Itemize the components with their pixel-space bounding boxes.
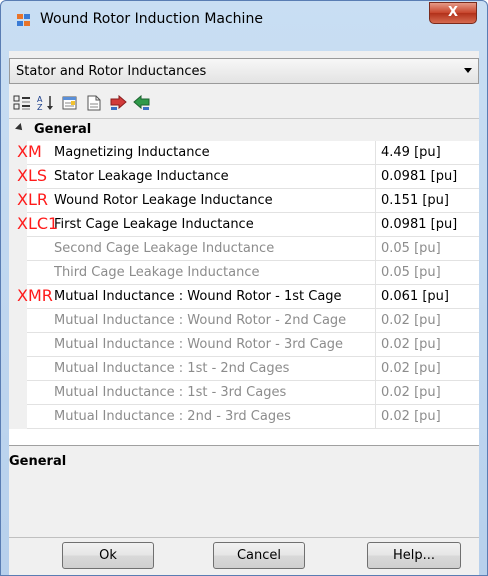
row-margin [9, 333, 27, 357]
close-button[interactable]: X [429, 2, 477, 24]
annotation-label: XLC1 [17, 214, 59, 233]
annotation-label: XMR [17, 286, 53, 305]
property-grid: General Magnetizing Inductance 4.49 [pu] X… [9, 118, 479, 446]
category-label: General [34, 122, 92, 137]
property-value[interactable]: 0.0981 [pu] [381, 169, 457, 184]
column-separator [375, 237, 376, 261]
property-value[interactable]: 0.05 [pu] [381, 241, 441, 256]
row-margin [9, 357, 27, 381]
ok-button[interactable]: Ok [62, 542, 154, 569]
row-margin [9, 309, 27, 333]
property-value[interactable]: 0.061 [pu] [381, 289, 449, 304]
property-name: Mutual Inductance : 1st - 2nd Cages [54, 361, 290, 376]
description-title: General [9, 454, 67, 469]
property-row[interactable]: Mutual Inductance : 2nd - 3rd Cages 0.02 … [9, 405, 479, 429]
column-separator [375, 189, 376, 213]
property-name: Mutual Inductance : Wound Rotor - 3rd Ca… [54, 337, 344, 352]
property-row[interactable]: Mutual Inductance : Wound Rotor - 1st Ca… [9, 285, 479, 309]
page-selector-dropdown[interactable]: Stator and Rotor Inductances [9, 58, 479, 84]
annotation-label: XM [17, 142, 42, 161]
property-value[interactable]: 0.151 [pu] [381, 193, 449, 208]
property-row[interactable]: Mutual Inductance : 1st - 3rd Cages 0.02 … [9, 381, 479, 405]
column-separator [375, 285, 376, 309]
property-name: Mutual Inductance : Wound Rotor - 2nd Ca… [54, 313, 347, 328]
property-row[interactable]: Mutual Inductance : Wound Rotor - 3rd Ca… [9, 333, 479, 357]
column-separator [375, 405, 376, 429]
help-button[interactable]: Help... [367, 542, 461, 569]
property-name: Stator Leakage Inductance [54, 169, 229, 184]
property-row[interactable]: Magnetizing Inductance 4.49 [pu] [9, 141, 479, 165]
import-icon[interactable] [109, 95, 127, 111]
row-margin [9, 405, 27, 429]
title-bar[interactable]: Wound Rotor Induction Machine X [1, 1, 487, 37]
chevron-down-icon[interactable] [464, 68, 472, 73]
property-row[interactable]: Mutual Inductance : Wound Rotor - 2nd Ca… [9, 309, 479, 333]
property-row[interactable]: Stator Leakage Inductance 0.0981 [pu] [9, 165, 479, 189]
property-name: Mutual Inductance : 2nd - 3rd Cages [54, 409, 291, 424]
new-page-icon[interactable] [85, 95, 103, 111]
property-value[interactable]: 4.49 [pu] [381, 145, 441, 160]
property-name: First Cage Leakage Inductance [54, 217, 254, 232]
property-name: Mutual Inductance : Wound Rotor - 1st Ca… [54, 289, 342, 304]
property-row[interactable]: Second Cage Leakage Inductance 0.05 [pu] [9, 237, 479, 261]
column-separator [375, 357, 376, 381]
app-icon [17, 14, 31, 27]
collapse-arrow-icon[interactable] [15, 123, 25, 133]
dialog-client: Stator and Rotor Inductances A Z General… [9, 51, 479, 575]
annotation-label: XLS [17, 166, 48, 185]
property-value[interactable]: 0.02 [pu] [381, 313, 441, 328]
property-name: Mutual Inductance : 1st - 3rd Cages [54, 385, 287, 400]
row-margin [9, 237, 27, 261]
column-separator [375, 261, 376, 285]
column-separator [375, 213, 376, 237]
column-separator [375, 381, 376, 405]
description-pane: General [9, 446, 479, 538]
category-row[interactable]: General [9, 119, 479, 141]
cancel-button[interactable]: Cancel [213, 542, 305, 569]
categorized-icon[interactable] [13, 95, 31, 111]
alphabetical-icon[interactable]: A Z [37, 95, 55, 111]
property-toolbar: A Z [9, 87, 479, 117]
property-pages-icon[interactable] [61, 95, 79, 111]
property-name: Magnetizing Inductance [54, 145, 210, 160]
property-row[interactable]: Wound Rotor Leakage Inductance 0.151 [pu] [9, 189, 479, 213]
dialog-window: Wound Rotor Induction Machine X Stator a… [0, 0, 488, 576]
column-separator [375, 309, 376, 333]
annotation-label: XLR [17, 190, 48, 209]
property-value[interactable]: 0.02 [pu] [381, 385, 441, 400]
column-separator [375, 141, 376, 165]
page-selector-value: Stator and Rotor Inductances [16, 64, 207, 79]
svg-text:Z: Z [37, 103, 43, 111]
property-value[interactable]: 0.0981 [pu] [381, 217, 457, 232]
property-row[interactable]: Third Cage Leakage Inductance 0.05 [pu] [9, 261, 479, 285]
property-row[interactable]: First Cage Leakage Inductance 0.0981 [pu] [9, 213, 479, 237]
row-margin [9, 261, 27, 285]
property-value[interactable]: 0.02 [pu] [381, 337, 441, 352]
row-margin [9, 381, 27, 405]
property-value[interactable]: 0.05 [pu] [381, 265, 441, 280]
column-separator [375, 165, 376, 189]
column-separator [375, 333, 376, 357]
window-title: Wound Rotor Induction Machine [40, 11, 263, 27]
button-bar: Ok Cancel Help... [9, 538, 479, 575]
property-value[interactable]: 0.02 [pu] [381, 409, 441, 424]
property-row[interactable]: Mutual Inductance : 1st - 2nd Cages 0.02 … [9, 357, 479, 381]
property-name: Third Cage Leakage Inductance [54, 265, 260, 280]
property-value[interactable]: 0.02 [pu] [381, 361, 441, 376]
property-name: Second Cage Leakage Inductance [54, 241, 275, 256]
export-icon[interactable] [133, 95, 151, 111]
property-name: Wound Rotor Leakage Inductance [54, 193, 273, 208]
